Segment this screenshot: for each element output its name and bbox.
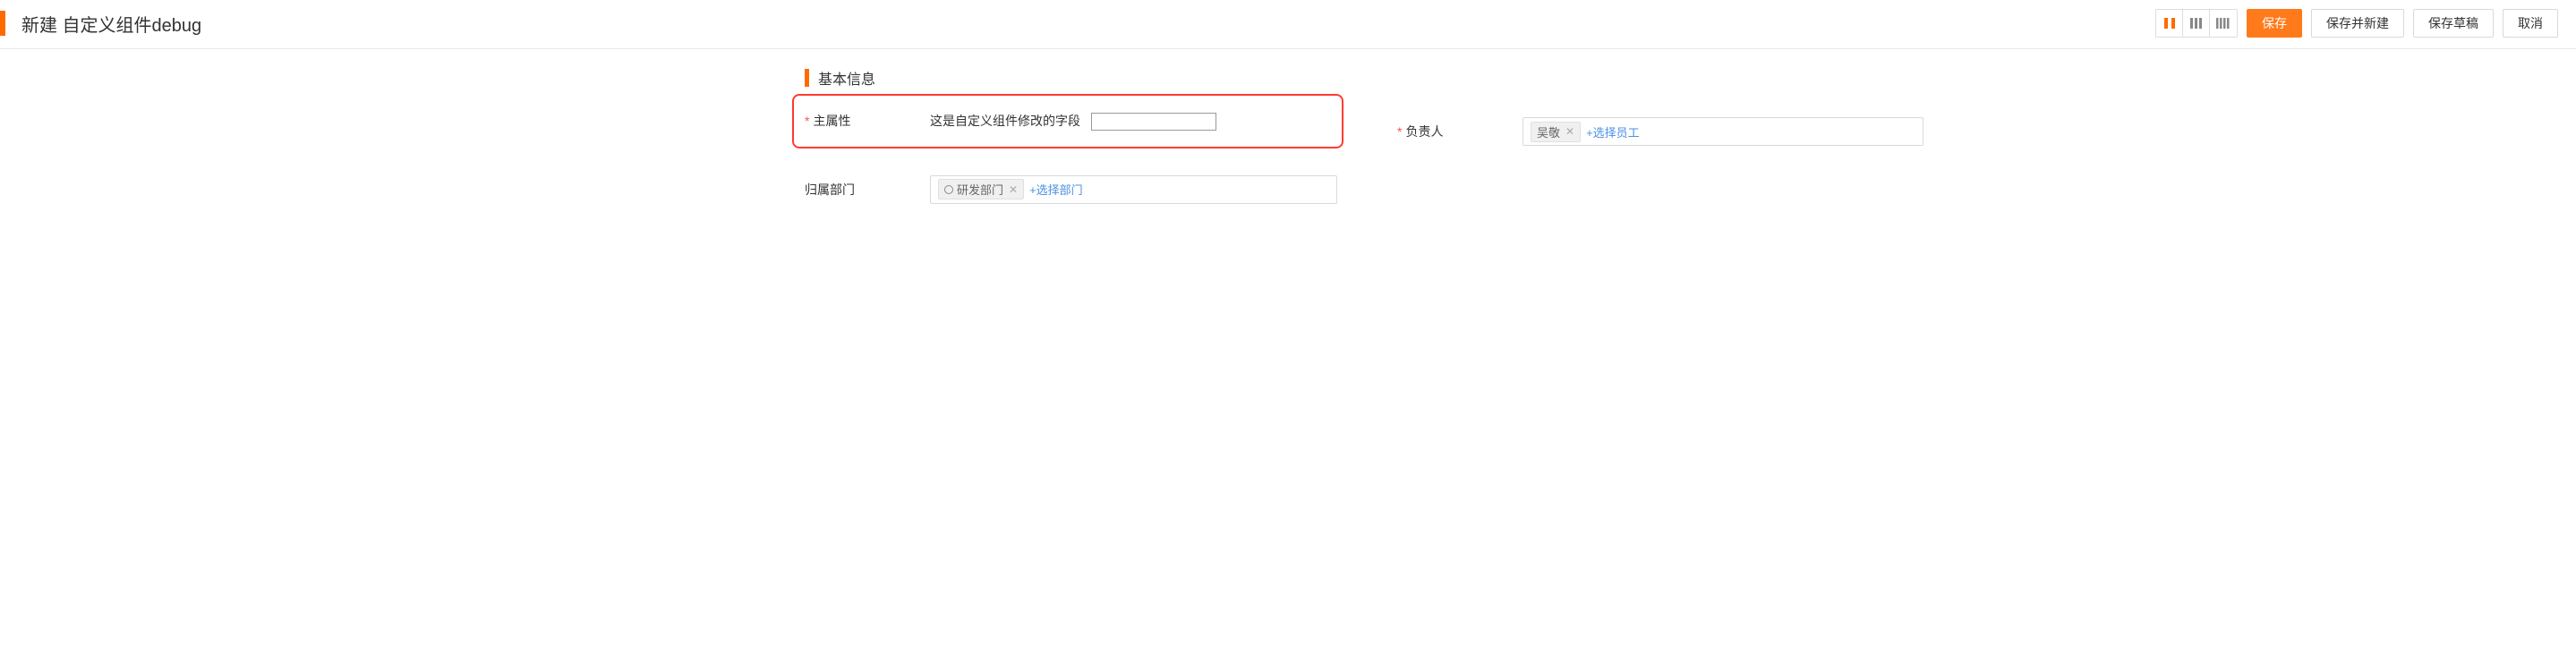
department-tag-text: 研发部门 — [957, 181, 1003, 198]
department-control: 研发部门 ✕ +选择部门 — [930, 175, 1337, 204]
header-left: 新建 自定义组件debug — [0, 11, 201, 37]
main-attr-label: * 主属性 — [805, 112, 930, 130]
main-attr-control: 这是自定义组件修改的字段 — [930, 112, 1331, 131]
owner-tag-text: 吴敬 — [1537, 123, 1560, 140]
page-title: 新建 自定义组件debug — [21, 11, 201, 37]
layout-three-col-button[interactable] — [2183, 10, 2210, 37]
department-group: 归属部门 研发部门 ✕ +选择部门 — [805, 175, 1337, 204]
columns-2-icon — [2163, 17, 2176, 30]
layout-two-col-button[interactable] — [2156, 10, 2183, 37]
page-header: 新建 自定义组件debug 保存 保存并新建 保存草稿 取消 — [0, 0, 2576, 49]
save-draft-button[interactable]: 保存草稿 — [2413, 9, 2494, 38]
department-tag-input[interactable]: 研发部门 ✕ +选择部门 — [930, 175, 1337, 204]
circle-icon — [944, 185, 953, 194]
department-label: 归属部门 — [805, 181, 930, 199]
basic-info-section: 基本信息 *主属性 这是自定义组件修改的字段 *负责人 — [617, 67, 1959, 204]
form-row-2: 归属部门 研发部门 ✕ +选择部门 — [805, 175, 1923, 204]
columns-3-icon — [2189, 17, 2204, 30]
owner-tag: 吴敬 ✕ — [1531, 122, 1581, 142]
cancel-button[interactable]: 取消 — [2503, 9, 2558, 38]
form-row-1: *主属性 这是自定义组件修改的字段 *负责人 吴敬 ✕ — [805, 106, 1923, 157]
owner-label: *负责人 — [1397, 123, 1523, 140]
owner-tag-input[interactable]: 吴敬 ✕ +选择员工 — [1523, 117, 1923, 146]
columns-4-icon — [2215, 17, 2231, 30]
add-department-link[interactable]: +选择部门 — [1029, 181, 1083, 198]
header-actions: 保存 保存并新建 保存草稿 取消 — [2155, 9, 2558, 38]
main-attr-group: * 主属性 这是自定义组件修改的字段 — [792, 94, 1343, 148]
required-mark: * — [1397, 124, 1402, 139]
section-title: 基本信息 — [818, 67, 875, 89]
section-accent-bar — [805, 69, 809, 87]
department-label-text: 归属部门 — [805, 182, 855, 197]
layout-toggle-group — [2155, 9, 2238, 38]
layout-four-col-button[interactable] — [2210, 10, 2237, 37]
department-tag-remove[interactable]: ✕ — [1007, 183, 1019, 196]
required-mark: * — [805, 114, 809, 128]
custom-field-text: 这是自定义组件修改的字段 — [930, 114, 1080, 128]
owner-group: *负责人 吴敬 ✕ +选择员工 — [1397, 106, 1923, 157]
section-header: 基本信息 — [805, 67, 1923, 89]
owner-label-text: 负责人 — [1405, 124, 1443, 139]
content-area: 基本信息 *主属性 这是自定义组件修改的字段 *负责人 — [0, 49, 2576, 240]
main-attr-input[interactable] — [1091, 113, 1216, 131]
main-attr-label-text: 主属性 — [813, 114, 850, 128]
empty-group — [1391, 175, 1923, 204]
save-and-new-button[interactable]: 保存并新建 — [2311, 9, 2404, 38]
owner-control: 吴敬 ✕ +选择员工 — [1523, 117, 1923, 146]
department-tag: 研发部门 ✕ — [938, 179, 1024, 199]
title-accent-bar — [0, 11, 5, 36]
add-employee-link[interactable]: +选择员工 — [1586, 123, 1640, 140]
save-button[interactable]: 保存 — [2247, 9, 2302, 38]
owner-tag-remove[interactable]: ✕ — [1564, 125, 1576, 138]
